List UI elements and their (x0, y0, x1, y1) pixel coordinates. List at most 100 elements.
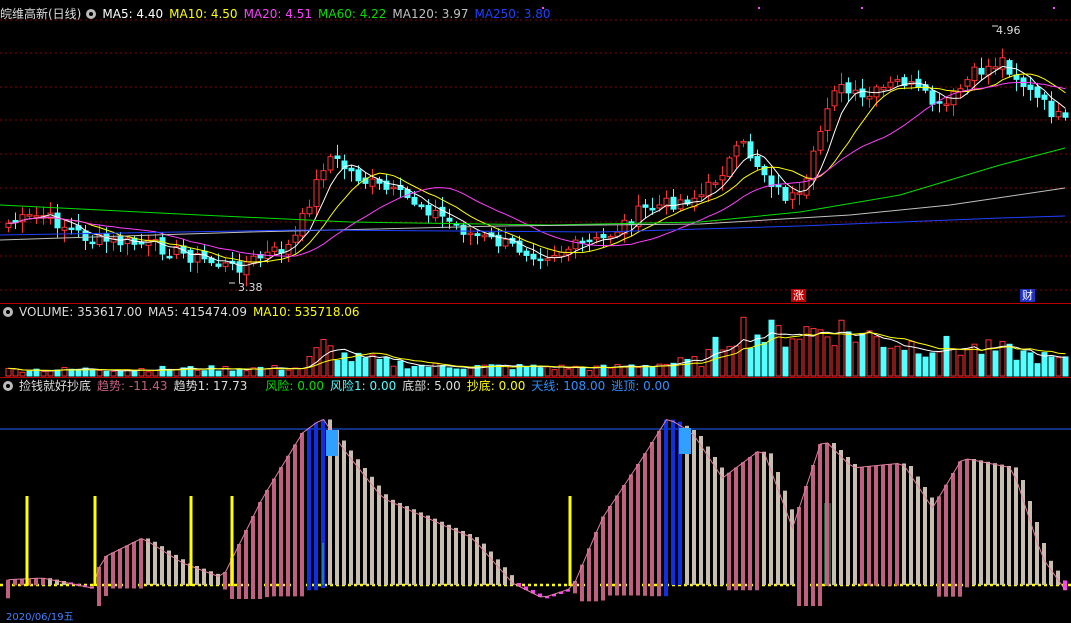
trend-bar (713, 457, 717, 585)
trend-bar (727, 472, 731, 591)
trend-bar (419, 512, 423, 585)
zhang-badge[interactable]: 涨 (791, 289, 806, 302)
down-candle (670, 196, 677, 210)
taoding-label: 逃顶: 0.00 (611, 379, 670, 393)
up-candle (831, 90, 838, 107)
up-volume-bar (621, 366, 628, 377)
up-volume-bar (369, 354, 376, 377)
trend-bar (692, 430, 696, 585)
trend-bar (888, 464, 892, 586)
trend-bar (447, 524, 451, 585)
up-volume-bar (775, 325, 782, 377)
ma250-label: MA250: 3.80 (474, 7, 551, 21)
trend-bar (755, 451, 759, 591)
up-volume-bar (691, 356, 698, 377)
down-volume-bar (229, 370, 236, 377)
down-volume-bar (880, 346, 887, 377)
up-candle (943, 103, 950, 106)
ma60-label: MA60: 4.22 (318, 7, 387, 21)
trend-bar (342, 440, 346, 585)
down-volume-bar (1048, 356, 1055, 377)
up-candle (607, 236, 614, 239)
ma20-label: MA20: 4.51 (243, 7, 312, 21)
down-volume-bar (334, 360, 341, 377)
down-volume-bar (859, 332, 866, 377)
down-volume-bar (915, 353, 922, 377)
trend-bar (601, 516, 605, 601)
up-candle (705, 181, 712, 197)
volume-panel[interactable]: VOLUME: 353617.00 MA5: 415474.09 MA10: 535… (0, 304, 1071, 377)
up-volume-bar (824, 336, 831, 377)
down-candle (775, 184, 782, 188)
settings-icon[interactable] (86, 9, 97, 19)
signal-dot (861, 7, 863, 9)
up-candle (971, 66, 978, 82)
volume-settings-icon[interactable] (3, 307, 13, 317)
trend-bar (307, 427, 311, 591)
up-volume-bar (817, 329, 824, 377)
down-candle (1048, 100, 1055, 118)
trend-bar (881, 464, 885, 586)
indicator-panel[interactable]: 捡钱就好抄底 趋势: -11.43 趋势1: 17.73 风险: 0.00 风险1: 0… (0, 378, 1071, 623)
price-panel[interactable]: 皖维高新(日线) MA5: 4.40 MA10: 4.50 MA20: 4.51 MA6… (0, 0, 1071, 303)
trend-bar (594, 532, 598, 602)
trend-bar (153, 541, 157, 585)
vol-ma5-label: MA5: 415474.09 (148, 305, 247, 319)
trend-bar (13, 579, 17, 586)
trend-bar (468, 534, 472, 585)
trend-bar (300, 433, 304, 597)
down-volume-bar (215, 370, 222, 377)
trend-bar (244, 530, 248, 599)
date-axis-label: 2020/06/19五 (6, 612, 74, 623)
down-volume-bar (89, 369, 96, 377)
indicator-settings-icon[interactable] (3, 381, 13, 391)
chaodi-signal (568, 496, 572, 586)
vol-ma10-label: MA10: 535718.06 (252, 305, 360, 319)
trend-bar (20, 579, 24, 586)
indicator-chart[interactable] (0, 378, 1071, 620)
chaodi-label: 抄底: 0.00 (466, 379, 526, 393)
trend-bar (608, 506, 612, 596)
down-volume-bar (1013, 359, 1020, 377)
down-volume-bar (523, 366, 530, 377)
down-candle (600, 234, 607, 239)
up-candle (817, 131, 824, 151)
trend-bar (41, 578, 45, 586)
up-volume-bar (789, 338, 796, 377)
trend-bar (34, 578, 38, 586)
taoding-bar (326, 430, 338, 456)
trend-bar (293, 444, 297, 597)
trend-bar (440, 521, 444, 585)
candlestick-chart[interactable] (0, 0, 1071, 303)
up-candle (481, 234, 488, 238)
trend-bar (1035, 522, 1039, 585)
down-volume-bar (768, 319, 775, 377)
trend-bar (111, 552, 115, 589)
down-candle (649, 207, 656, 211)
down-candle (334, 155, 341, 159)
down-volume-bar (103, 370, 110, 377)
down-candle (159, 237, 166, 255)
up-candle (243, 261, 250, 276)
up-volume-bar (866, 330, 873, 377)
up-volume-bar (19, 371, 26, 377)
trend-bar (867, 466, 871, 586)
up-candle (712, 182, 719, 185)
down-candle (754, 155, 761, 168)
trend-bar (146, 538, 150, 585)
up-volume-bar (12, 368, 19, 377)
up-volume-bar (264, 368, 271, 377)
cai-badge[interactable]: 财 (1020, 289, 1035, 302)
down-volume-bar (1006, 343, 1013, 377)
up-candle (320, 170, 327, 181)
ma5-label: MA5: 4.40 (102, 7, 164, 21)
trend-bar (818, 444, 822, 606)
up-candle (810, 150, 817, 181)
trend-bar (909, 466, 913, 585)
up-candle (467, 232, 474, 236)
trend-bar (258, 502, 262, 599)
trend-bar (979, 460, 983, 585)
trend-bar (426, 515, 430, 585)
down-volume-bar (26, 370, 33, 377)
up-volume-bar (964, 348, 971, 377)
